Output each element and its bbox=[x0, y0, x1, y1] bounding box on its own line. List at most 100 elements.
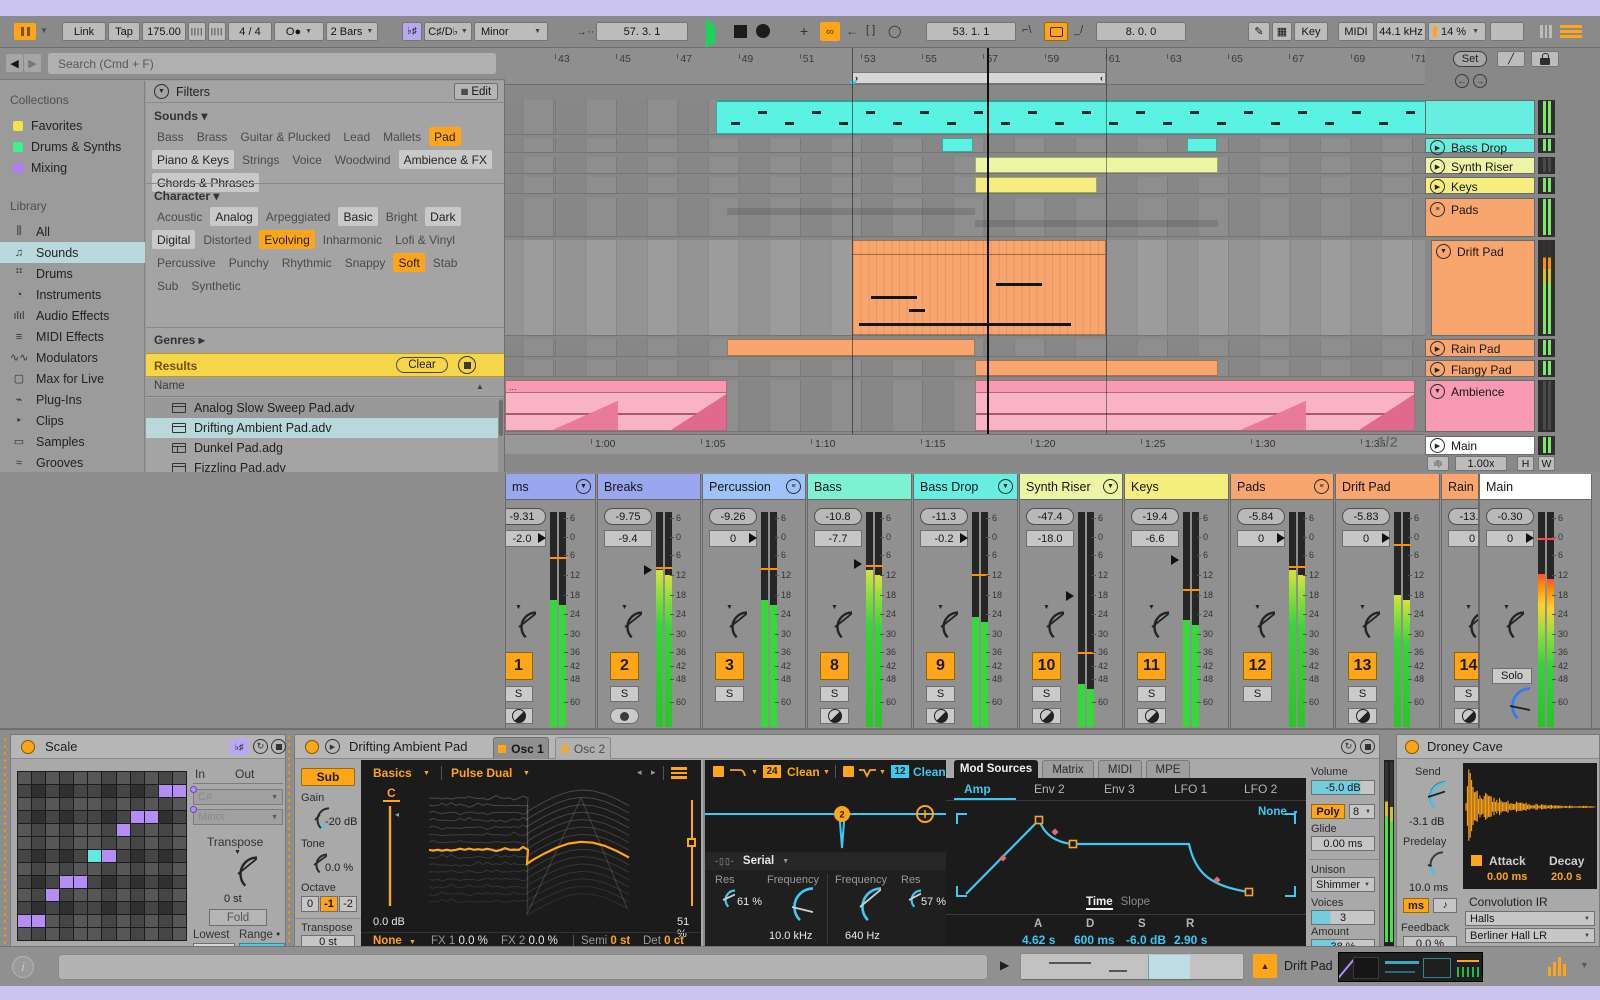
scale-grid-cell[interactable] bbox=[60, 863, 74, 875]
next-arrow-icon[interactable]: ▸ bbox=[651, 767, 656, 778]
tab-mod-sources[interactable]: Mod Sources bbox=[954, 760, 1038, 778]
filter-tag-brass[interactable]: Brass bbox=[192, 127, 233, 146]
filter-tag-stab[interactable]: Stab bbox=[428, 253, 463, 272]
monitor-button[interactable] bbox=[1348, 708, 1377, 724]
save-preset-icon[interactable] bbox=[271, 739, 286, 754]
monitor-button[interactable] bbox=[1032, 708, 1061, 724]
scale-grid-cell[interactable] bbox=[116, 811, 130, 823]
scale-grid-cell[interactable] bbox=[130, 785, 144, 797]
scale-grid-cell[interactable] bbox=[130, 772, 144, 784]
chevron-down-icon[interactable]: ▼ bbox=[879, 769, 886, 776]
scale-grid-cell[interactable] bbox=[158, 876, 172, 888]
output-levels-icon[interactable] bbox=[1548, 956, 1566, 976]
track-header-bass-drop[interactable]: ▶ Bass Drop bbox=[1425, 138, 1535, 155]
scale-grid-cell[interactable] bbox=[60, 824, 74, 836]
arrangement-clip[interactable] bbox=[975, 177, 1097, 193]
subtab-env-[interactable]: Env 3 bbox=[1104, 782, 1135, 796]
sidebar-item-all[interactable]: ⫼ All bbox=[0, 221, 145, 242]
osc-wavetable-select[interactable]: Pulse Dual bbox=[451, 766, 512, 780]
scale-grid-cell[interactable] bbox=[46, 902, 60, 914]
scale-grid-cell[interactable] bbox=[116, 772, 130, 784]
fader-handle[interactable] bbox=[1066, 590, 1074, 601]
scale-grid-cell[interactable] bbox=[172, 902, 186, 914]
filter-tag-digital[interactable]: Digital bbox=[152, 230, 196, 249]
device-title-bar[interactable]: ▶ Drifting Ambient Pad Osc 1 Osc 2 ↻ bbox=[295, 735, 1379, 759]
scale-grid-cell[interactable] bbox=[18, 824, 32, 836]
fader-handle[interactable] bbox=[854, 558, 862, 569]
scale-grid-cell[interactable] bbox=[46, 811, 60, 823]
prev-arrow-icon[interactable]: ◂ bbox=[637, 767, 642, 778]
peak-level-field[interactable]: -9.31 bbox=[506, 508, 546, 525]
scale-grid-cell[interactable] bbox=[116, 876, 130, 888]
unison-select[interactable]: Shimmer ▼ bbox=[1311, 877, 1375, 892]
scale-grid-cell[interactable] bbox=[88, 785, 102, 797]
filter2-type-select[interactable]: Clean bbox=[913, 765, 946, 779]
filter1-slope-badge[interactable]: 24 bbox=[763, 765, 781, 778]
peak-level-field[interactable]: -0.30 bbox=[1486, 508, 1534, 525]
scale-grid-cell[interactable] bbox=[130, 928, 144, 940]
tab-mpe[interactable]: MPE bbox=[1146, 760, 1190, 778]
scale-grid-cell[interactable] bbox=[32, 798, 46, 810]
scale-grid-cell-active[interactable] bbox=[116, 824, 130, 836]
scale-grid-cell[interactable] bbox=[102, 811, 116, 823]
hot-swap-icon[interactable]: ↻ bbox=[1341, 739, 1356, 754]
sidebar-item-max-for-live[interactable]: ▢ Max for Live bbox=[0, 368, 145, 389]
track-lane[interactable] bbox=[505, 198, 1425, 237]
scale-grid-cell[interactable] bbox=[144, 824, 158, 836]
scale-grid-cell-active[interactable] bbox=[172, 785, 186, 797]
scale-grid-cell[interactable] bbox=[116, 850, 130, 862]
device-preview-icon[interactable]: ▶ bbox=[325, 739, 340, 754]
sidebar-item-collection[interactable]: Mixing bbox=[0, 157, 145, 178]
solo-button[interactable]: S bbox=[1348, 686, 1377, 702]
track-play-icon[interactable]: ▶ bbox=[1430, 341, 1445, 356]
filter1-on-button[interactable] bbox=[713, 766, 724, 777]
track-header-drift-pad[interactable]: ▼ Drift Pad bbox=[1431, 240, 1535, 336]
morph-slider-handle[interactable] bbox=[687, 838, 696, 847]
scale-grid-cell[interactable] bbox=[130, 902, 144, 914]
unfold-track-icon[interactable]: ▼ bbox=[1430, 384, 1445, 399]
filters-collapse-icon[interactable]: ▼ bbox=[154, 84, 169, 99]
scale-grid-cell[interactable] bbox=[116, 915, 130, 927]
filter1-type-select[interactable]: Clean bbox=[787, 765, 820, 779]
level-meter[interactable] bbox=[550, 512, 567, 727]
scale-aware-icon[interactable]: ♭♯ bbox=[229, 739, 249, 755]
arrangement-clip[interactable] bbox=[975, 380, 1415, 431]
scale-grid-cell[interactable] bbox=[46, 928, 60, 940]
subtab-lfo-[interactable]: LFO 2 bbox=[1244, 782, 1277, 796]
track-number-button[interactable]: 2 bbox=[610, 652, 639, 680]
fader-handle[interactable] bbox=[1171, 555, 1179, 566]
mixer-strip-synth-riser[interactable]: Synth Riser ▼ -47.4 -18.0 6 0 6 12 18 24 30 36 42 48 6… bbox=[1019, 474, 1123, 728]
fader-handle[interactable] bbox=[644, 565, 652, 576]
scale-grid-cell[interactable] bbox=[88, 837, 102, 849]
track-header-flangy-pad[interactable]: ▶ Flangy Pad bbox=[1425, 360, 1535, 377]
scale-name-chooser[interactable]: Minor ▼ bbox=[474, 22, 548, 41]
track-play-icon[interactable]: ▶ bbox=[1430, 438, 1445, 453]
monitor-button[interactable] bbox=[926, 708, 955, 724]
scale-grid-cell[interactable] bbox=[116, 798, 130, 810]
monitor-button[interactable] bbox=[820, 708, 849, 724]
scale-grid-cell[interactable] bbox=[130, 915, 144, 927]
monitor-button[interactable] bbox=[1454, 708, 1478, 724]
scale-grid-cell-active[interactable] bbox=[144, 811, 158, 823]
scale-grid-cell[interactable] bbox=[32, 928, 46, 940]
track-play-icon[interactable]: ▶ bbox=[1430, 179, 1445, 194]
solo-button[interactable]: S bbox=[1032, 686, 1061, 702]
scale-grid-cell[interactable] bbox=[172, 850, 186, 862]
peak-level-field[interactable]: -13.1 bbox=[1448, 508, 1478, 525]
scale-grid-cell[interactable] bbox=[74, 850, 88, 862]
level-meter[interactable] bbox=[1394, 512, 1411, 727]
subtab-amp[interactable]: Amp bbox=[964, 782, 991, 796]
filter-tag-lead[interactable]: Lead bbox=[338, 127, 375, 146]
scale-grid-cell[interactable] bbox=[144, 915, 158, 927]
device-on-led[interactable] bbox=[21, 740, 35, 754]
filter2-slope-badge[interactable]: 12 bbox=[891, 765, 909, 778]
genres-group-header[interactable]: Genres ▸ bbox=[154, 333, 205, 347]
track-header-pads[interactable]: ≡ Pads bbox=[1425, 198, 1535, 237]
tempo-field[interactable]: 175.00 bbox=[142, 22, 186, 41]
scale-grid-cell[interactable] bbox=[88, 811, 102, 823]
send-value[interactable]: -3.1 dB bbox=[1409, 816, 1444, 828]
scale-grid-cell[interactable] bbox=[130, 889, 144, 901]
level-meter[interactable] bbox=[656, 512, 673, 727]
mixer-strip-bass-drop[interactable]: Bass Drop ▼ -11.3 -0.2 6 0 6 12 18 24 30 36 42 48 60 ▼ 9… bbox=[913, 474, 1018, 728]
scale-grid-cell[interactable] bbox=[32, 850, 46, 862]
